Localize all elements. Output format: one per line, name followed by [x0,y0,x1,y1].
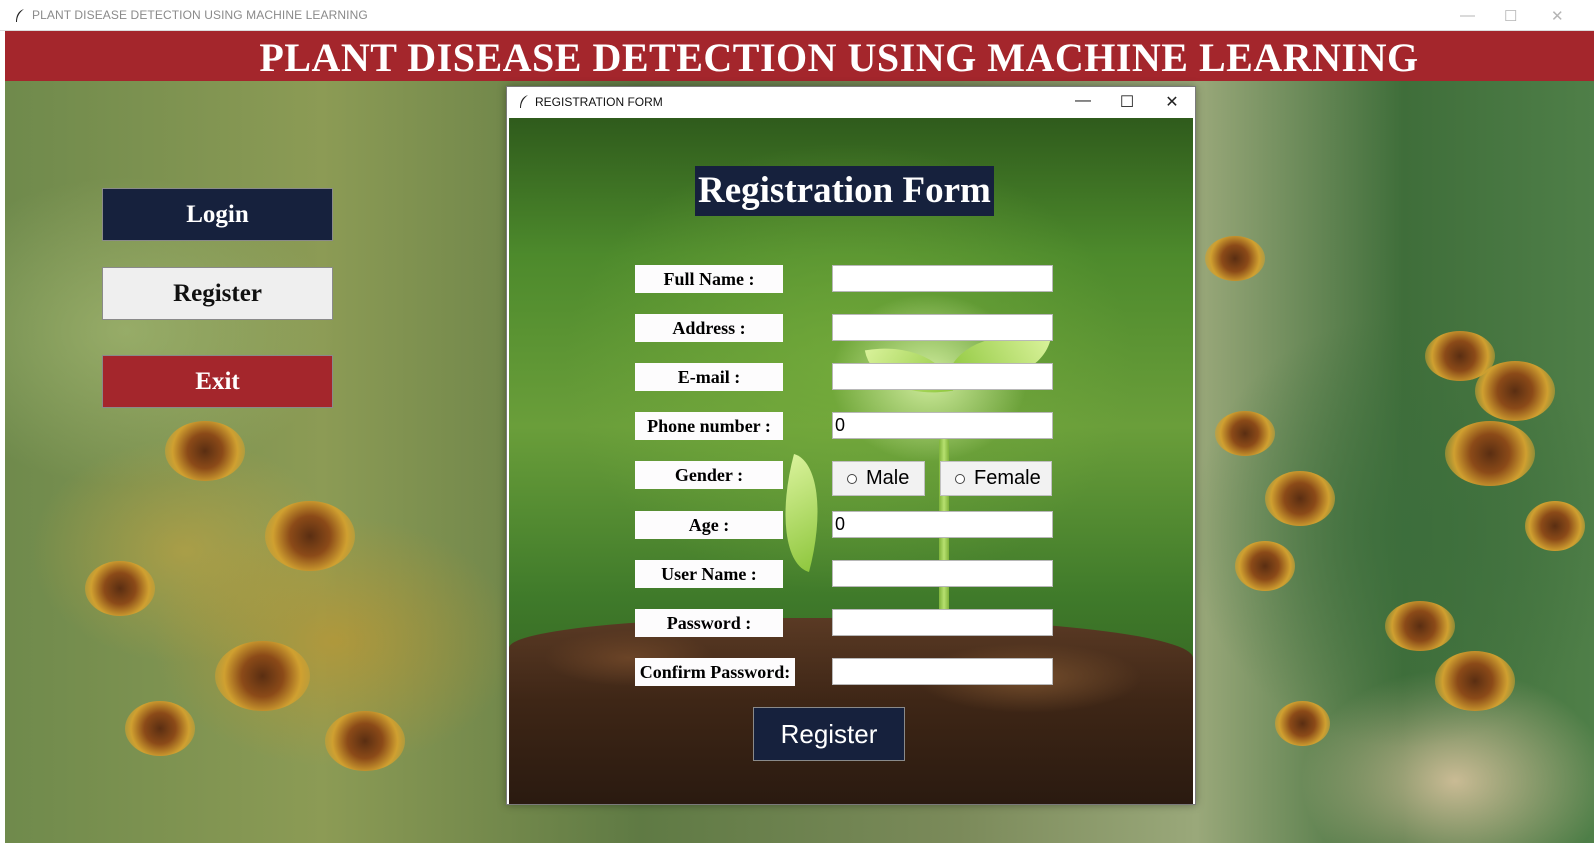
gender-male-radio[interactable]: Male [832,461,925,496]
login-button[interactable]: Login [102,188,333,241]
main-window-title: PLANT DISEASE DETECTION USING MACHINE LE… [32,8,368,22]
close-icon[interactable]: ✕ [1551,7,1564,25]
registration-window: REGISTRATION FORM — ☐ ✕ Registration For… [506,86,1196,805]
username-label: User Name : [635,560,783,588]
registration-window-titlebar: REGISTRATION FORM — ☐ ✕ [507,87,1195,117]
age-field[interactable]: 0 [832,511,1053,538]
radio-circle-icon [847,473,857,484]
age-label: Age : [635,511,783,539]
gender-male-label: Male [866,467,910,489]
maximize-icon[interactable]: ☐ [1107,92,1147,114]
minimize-icon[interactable]: — [1063,92,1103,114]
feather-icon [520,95,528,108]
minimize-icon[interactable]: — [1460,7,1475,24]
close-icon[interactable]: ✕ [1152,92,1192,114]
feather-icon [16,9,24,22]
page-title: PLANT DISEASE DETECTION USING MACHINE LE… [259,35,1419,80]
address-label: Address : [635,314,783,342]
gender-female-radio[interactable]: Female [940,461,1052,496]
register-button[interactable]: Register [102,267,333,320]
confirm-password-field[interactable] [832,658,1053,685]
email-field[interactable] [832,363,1053,390]
password-label: Password : [635,609,783,637]
exit-button[interactable]: Exit [102,355,333,408]
main-window-titlebar: PLANT DISEASE DETECTION USING MACHINE LE… [0,0,1594,31]
form-heading: Registration Form [695,166,994,216]
password-field[interactable] [832,609,1053,636]
header-banner: PLANT DISEASE DETECTION USING MACHINE LE… [5,31,1594,81]
full-name-label: Full Name : [635,265,783,293]
phone-label: Phone number : [635,412,783,440]
address-field[interactable] [832,314,1053,341]
phone-field[interactable]: 0 [832,412,1053,439]
username-field[interactable] [832,560,1053,587]
confirm-password-label: Confirm Password: [635,658,795,686]
submit-register-button[interactable]: Register [753,707,905,761]
full-name-field[interactable] [832,265,1053,292]
gender-female-label: Female [974,467,1041,489]
radio-circle-icon [955,473,965,484]
email-label: E-mail : [635,363,783,391]
maximize-icon[interactable]: ☐ [1504,7,1517,25]
gender-label: Gender : [635,461,783,489]
registration-window-title: REGISTRATION FORM [535,95,663,109]
registration-form: Registration Form Full Name : Address : … [509,118,1193,804]
